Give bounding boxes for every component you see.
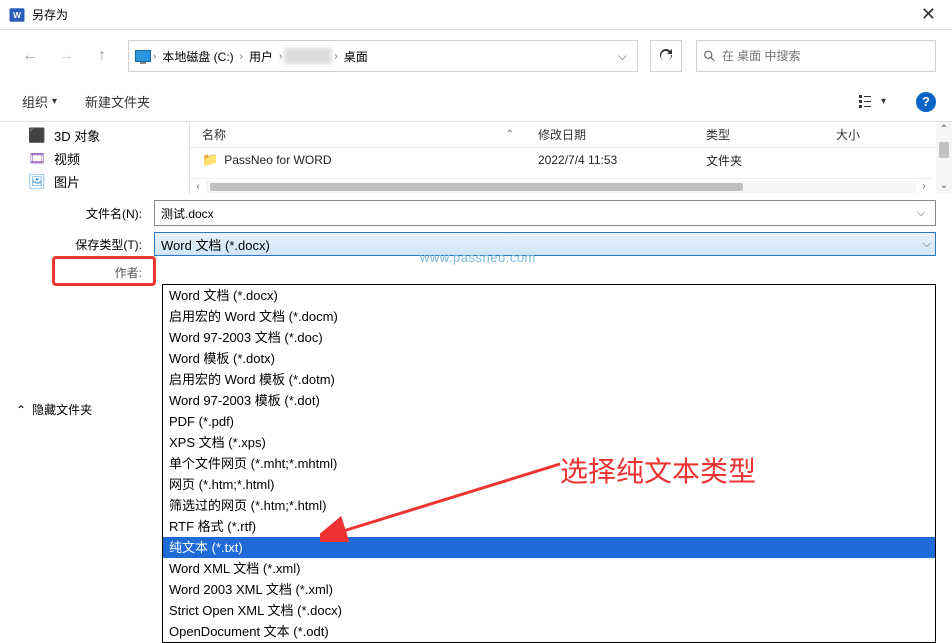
filename-input[interactable] bbox=[161, 206, 929, 220]
nav-back-icon[interactable]: ← bbox=[16, 42, 44, 70]
refresh-icon bbox=[658, 48, 674, 64]
horizontal-scrollbar[interactable]: ‹ › bbox=[190, 178, 932, 194]
refresh-button[interactable] bbox=[650, 40, 682, 72]
chevron-right-icon: › bbox=[332, 51, 339, 62]
file-type: 文件夹 bbox=[694, 152, 824, 169]
chevron-right-icon: › bbox=[151, 51, 158, 62]
sidebar-item-pictures[interactable]: 🖼 图片 bbox=[0, 170, 189, 193]
column-label: 名称 bbox=[202, 126, 226, 143]
sidebar-item-label: 3D 对象 bbox=[54, 126, 100, 145]
film-icon: 🎞 bbox=[28, 150, 46, 168]
search-icon bbox=[703, 49, 716, 63]
column-name[interactable]: 名称 ⌃ bbox=[190, 126, 526, 143]
savetype-option[interactable]: 单个文件网页 (*.mht;*.mhtml) bbox=[163, 453, 935, 474]
folder-icon: 📁 bbox=[202, 152, 218, 168]
filename-row: 文件名(N): ⌵ bbox=[0, 194, 952, 226]
chevron-right-icon: › bbox=[238, 51, 245, 62]
filename-field[interactable]: ⌵ bbox=[154, 200, 936, 226]
column-size[interactable]: 大小 bbox=[824, 126, 894, 143]
file-date: 2022/7/4 11:53 bbox=[526, 153, 694, 167]
savetype-option[interactable]: Word 97-2003 模板 (*.dot) bbox=[163, 390, 935, 411]
column-date[interactable]: 修改日期 bbox=[526, 126, 694, 143]
hide-folders-toggle[interactable]: ⌃ 隐藏文件夹 bbox=[16, 401, 92, 418]
chevron-down-icon[interactable]: ⌵ bbox=[911, 207, 931, 220]
view-icon bbox=[859, 95, 877, 109]
scroll-up-icon[interactable]: ⌃ bbox=[936, 122, 952, 138]
chevron-down-icon: ⌵ bbox=[923, 238, 931, 251]
vertical-scrollbar[interactable]: ⌃ ⌄ bbox=[936, 122, 952, 194]
savetype-option[interactable]: 筛选过的网页 (*.htm;*.html) bbox=[163, 495, 935, 516]
cube-icon: ⬛ bbox=[28, 127, 46, 145]
view-options-button[interactable]: ▾ bbox=[853, 91, 892, 113]
scroll-down-icon[interactable]: ⌄ bbox=[936, 178, 952, 194]
savetype-row: 保存类型(T): Word 文档 (*.docx) ⌵ bbox=[0, 226, 952, 256]
breadcrumb-drive[interactable]: 本地磁盘 (C:) bbox=[158, 48, 237, 65]
savetype-option[interactable]: PDF (*.pdf) bbox=[163, 411, 935, 432]
savetype-option[interactable]: XPS 文档 (*.xps) bbox=[163, 432, 935, 453]
savetype-option[interactable]: Word 模板 (*.dotx) bbox=[163, 348, 935, 369]
organize-button[interactable]: 组织 ▾ bbox=[16, 88, 63, 115]
picture-icon: 🖼 bbox=[28, 173, 46, 191]
chevron-right-icon: › bbox=[277, 51, 284, 62]
savetype-option[interactable]: RTF 格式 (*.rtf) bbox=[163, 516, 935, 537]
sort-indicator-icon: ⌃ bbox=[506, 129, 514, 140]
nav-bar: ← → ↑ › 本地磁盘 (C:) › 用户 › › 桌面 ⌵ bbox=[0, 30, 952, 82]
breadcrumb[interactable]: › 本地磁盘 (C:) › 用户 › › 桌面 ⌵ bbox=[128, 40, 638, 72]
author-label: 作者: bbox=[16, 264, 146, 281]
sidebar-item-videos[interactable]: 🎞 视频 bbox=[0, 147, 189, 170]
savetype-label: 保存类型(T): bbox=[16, 236, 146, 253]
drive-icon bbox=[135, 50, 151, 62]
savetype-option[interactable]: Strict Open XML 文档 (*.docx) bbox=[163, 600, 935, 621]
sidebar-item-3d-objects[interactable]: ⬛ 3D 对象 bbox=[0, 124, 189, 147]
window-title: 另存为 bbox=[32, 6, 913, 23]
savetype-option[interactable]: Word 2003 XML 文档 (*.xml) bbox=[163, 579, 935, 600]
breadcrumb-users[interactable]: 用户 bbox=[245, 48, 277, 65]
nav-up-icon[interactable]: ↑ bbox=[88, 42, 116, 70]
savetype-option[interactable]: OpenDocument 文本 (*.odt) bbox=[163, 621, 935, 642]
help-button[interactable]: ? bbox=[916, 92, 936, 112]
filename-label: 文件名(N): bbox=[16, 205, 146, 222]
file-list-header: 名称 ⌃ 修改日期 类型 大小 bbox=[190, 122, 936, 148]
toolbar: 组织 ▾ 新建文件夹 ▾ ? bbox=[0, 82, 952, 122]
file-name: PassNeo for WORD bbox=[224, 153, 331, 167]
titlebar: W 另存为 ✕ bbox=[0, 0, 952, 30]
breadcrumb-desktop[interactable]: 桌面 bbox=[340, 48, 372, 65]
chevron-up-icon: ⌃ bbox=[16, 403, 26, 417]
organize-label: 组织 bbox=[22, 92, 48, 111]
table-row[interactable]: 📁 PassNeo for WORD 2022/7/4 11:53 文件夹 bbox=[190, 148, 936, 172]
savetype-option[interactable]: Word 文档 (*.docx) bbox=[163, 285, 935, 306]
scroll-left-icon[interactable]: ‹ bbox=[190, 181, 206, 192]
savetype-option[interactable]: 纯文本 (*.txt) bbox=[163, 537, 935, 558]
nav-forward-icon: → bbox=[52, 42, 80, 70]
column-type[interactable]: 类型 bbox=[694, 126, 824, 143]
savetype-option[interactable]: 启用宏的 Word 模板 (*.dotm) bbox=[163, 369, 935, 390]
savetype-dropdown[interactable]: Word 文档 (*.docx)启用宏的 Word 文档 (*.docm)Wor… bbox=[162, 284, 936, 643]
savetype-option[interactable]: Word 97-2003 文档 (*.doc) bbox=[163, 327, 935, 348]
new-folder-button[interactable]: 新建文件夹 bbox=[79, 88, 156, 115]
sidebar-item-label: 视频 bbox=[54, 149, 80, 168]
savetype-option[interactable]: 网页 (*.htm;*.html) bbox=[163, 474, 935, 495]
chevron-down-icon: ▾ bbox=[52, 96, 57, 107]
breadcrumb-dropdown-icon[interactable]: ⌵ bbox=[612, 49, 633, 64]
breadcrumb-user-blurred[interactable] bbox=[284, 48, 332, 64]
search-box[interactable] bbox=[696, 40, 936, 72]
close-icon[interactable]: ✕ bbox=[913, 4, 944, 25]
savetype-option[interactable]: Word XML 文档 (*.xml) bbox=[163, 558, 935, 579]
sidebar: ⬛ 3D 对象 🎞 视频 🖼 图片 bbox=[0, 122, 190, 194]
svg-text:W: W bbox=[13, 11, 21, 20]
savetype-value: Word 文档 (*.docx) bbox=[161, 235, 270, 254]
savetype-combo[interactable]: Word 文档 (*.docx) ⌵ bbox=[154, 232, 936, 256]
scroll-right-icon[interactable]: › bbox=[916, 181, 932, 192]
sidebar-item-label: 图片 bbox=[54, 172, 80, 191]
explorer-area: ⬛ 3D 对象 🎞 视频 🖼 图片 名称 ⌃ 修改日期 类型 大小 📁 PassNeo f… bbox=[0, 122, 952, 194]
chevron-down-icon: ▾ bbox=[881, 96, 886, 107]
word-app-icon: W bbox=[8, 6, 26, 24]
file-list: 名称 ⌃ 修改日期 类型 大小 📁 PassNeo for WORD 2022/7/… bbox=[190, 122, 936, 194]
savetype-option[interactable]: 启用宏的 Word 文档 (*.docm) bbox=[163, 306, 935, 327]
hide-folders-label: 隐藏文件夹 bbox=[32, 401, 92, 418]
search-input[interactable] bbox=[722, 49, 929, 63]
